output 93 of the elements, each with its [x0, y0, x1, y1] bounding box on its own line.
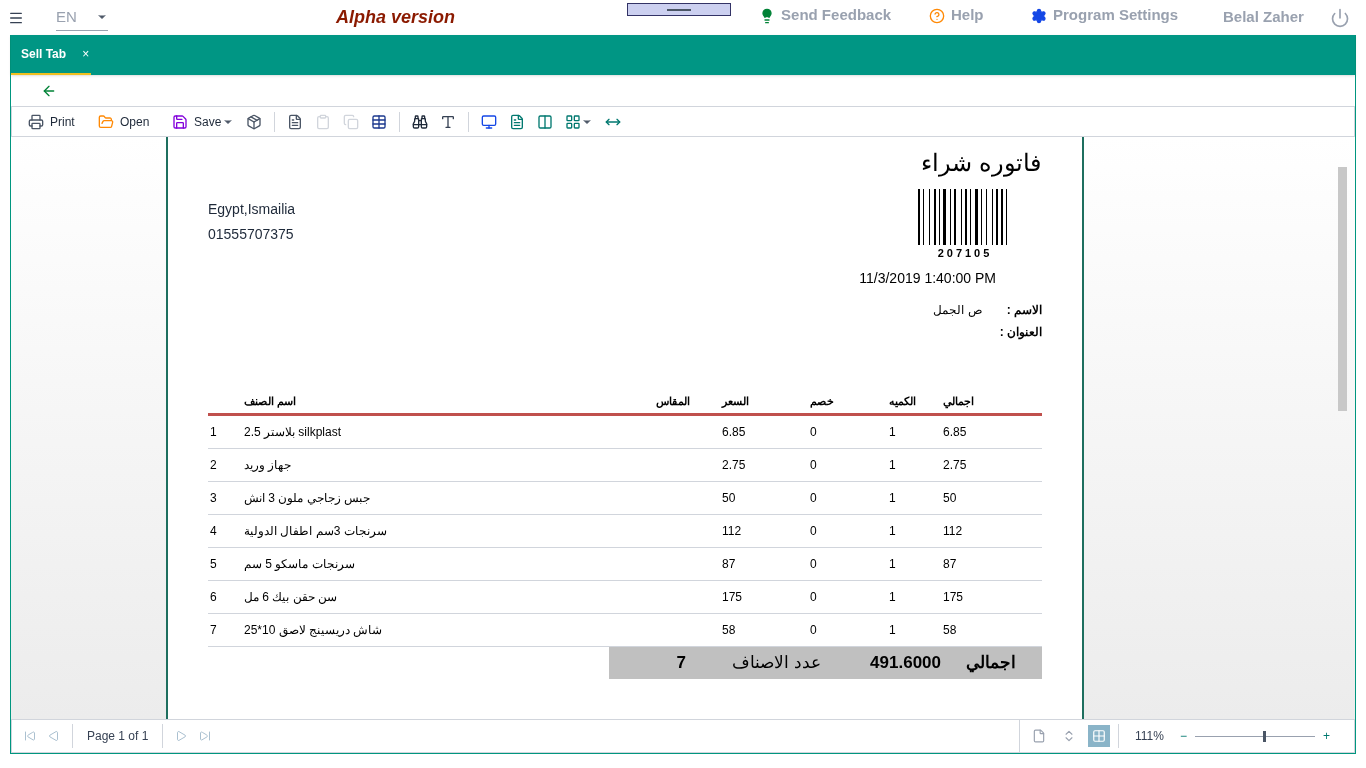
table-cell-text: 87 [722, 556, 736, 573]
table-cell-text: 50 [943, 490, 957, 507]
tab[interactable]: Sell Tab × [11, 35, 91, 75]
table-cell-text: 6.85 [722, 424, 746, 441]
total-value: 491.6000 [869, 652, 941, 675]
printer-icon [28, 113, 44, 130]
barcode-number: 207105 [937, 246, 993, 261]
page-indicator: Page 1 of 1 [86, 728, 150, 745]
table-cell-text: 175 [943, 589, 964, 606]
table-cell-text: 1 [889, 589, 896, 606]
row-number: 2 [210, 457, 217, 474]
table-cell-text: 112 [943, 523, 963, 540]
date-text: 11/3/2019 1:40:00 PM [859, 268, 996, 288]
column-header: خصم [810, 393, 834, 409]
scrollbar[interactable] [1338, 167, 1347, 411]
table-cell-text: 87 [943, 556, 957, 573]
table-cell-text: 175 [722, 589, 743, 606]
toolbar-button[interactable]: Save [168, 112, 226, 131]
row-number: 7 [210, 622, 217, 639]
grid-icon [1092, 729, 1107, 743]
report-title: فاتوره شراء [921, 148, 1041, 179]
table-cell-text: شاش دريسينج لاصق 10*25 [244, 622, 383, 639]
two-pages-icon[interactable] [537, 113, 553, 130]
row-number: 4 [210, 523, 217, 540]
top-link[interactable]: Send Feedback [759, 4, 892, 27]
text-icon[interactable] [440, 113, 456, 130]
count-label: عدد الاصناف [731, 652, 821, 675]
zoom-slider[interactable] [1195, 730, 1315, 742]
top-link[interactable]: Help [929, 4, 984, 27]
version-label: Alpha version [336, 6, 456, 29]
table-cell-text: 0 [810, 523, 817, 540]
close-tab-button[interactable]: × [82, 45, 90, 63]
column-header: المقاس [656, 393, 690, 409]
row-number: 5 [210, 556, 217, 573]
table-cell-text: 1 [889, 622, 896, 639]
phone-text: 01555707375 [208, 225, 295, 244]
address-text: Egypt,Ismailia [208, 200, 296, 219]
total-label: اجمالي [965, 652, 1016, 675]
settings-icon [1031, 7, 1048, 24]
window-handle[interactable] [627, 3, 732, 16]
toolbar-button[interactable]: Print [24, 112, 79, 131]
table-cell-text: سرنجات 3سم اطفال الدولية [244, 523, 387, 540]
table-cell-text: 2.75 [722, 457, 746, 474]
table-cell-text: سن حقن بيك 6 مل [244, 589, 338, 606]
zoom-in-button[interactable]: + [1323, 727, 1330, 745]
clipboard-icon[interactable] [315, 113, 331, 130]
table-cell-text: 0 [810, 622, 817, 639]
folder-icon [98, 113, 114, 130]
package-icon[interactable] [246, 113, 262, 130]
table-cell-text: 1 [889, 556, 896, 573]
document-icon[interactable] [287, 113, 303, 130]
table-icon[interactable] [371, 113, 387, 130]
zoom-out-button[interactable]: − [1179, 727, 1187, 745]
table-cell-text: 0 [810, 457, 817, 474]
field-label: الاسم : [1006, 301, 1042, 319]
top-link[interactable]: Program Settings [1031, 4, 1179, 27]
table-cell-text: 50 [722, 490, 736, 507]
binoculars-icon[interactable] [412, 113, 428, 130]
slider-thumb[interactable] [1263, 730, 1267, 742]
table-cell-text: 2.75 [943, 457, 967, 474]
column-header: اجمالي [943, 393, 974, 409]
table-cell-text: 58 [943, 622, 957, 639]
language-dropdown[interactable]: EN [56, 4, 108, 31]
row-number: 1 [210, 424, 217, 441]
table-cell-text: 0 [810, 490, 817, 507]
row-number: 6 [210, 589, 217, 606]
table-cell-text: سرنجات ماسكو 5 سم [244, 556, 355, 573]
row-number: 3 [210, 490, 217, 507]
table-cell-text: 1 [889, 523, 896, 540]
table-cell-text: 0 [810, 589, 817, 606]
table-cell-text: جهاز وريد [244, 457, 292, 474]
table-cell-text: 0 [810, 556, 817, 573]
table-cell-text: 6.85 [943, 424, 967, 441]
table-cell-text: 0 [810, 424, 817, 441]
column-header: السعر [722, 393, 749, 409]
table-cell-text: 112 [722, 523, 742, 540]
help-icon [929, 7, 946, 24]
table-cell-text: 1 [889, 424, 896, 441]
power-icon[interactable] [1330, 7, 1350, 28]
table-cell-text: 58 [722, 622, 736, 639]
field-value: ص الجمل [933, 301, 983, 319]
count-value: 7 [676, 652, 686, 675]
zoom-value: 111% [1134, 728, 1165, 745]
grid-icon[interactable] [565, 113, 581, 130]
column-header: الكميه [889, 393, 916, 409]
field-label: العنوان : [999, 323, 1042, 341]
table-cell-text: silkplast بلاستر 2.5 [244, 424, 342, 441]
table-cell-text: 1 [889, 490, 896, 507]
column-header: اسم الصنف [244, 393, 297, 409]
toolbar-button[interactable]: Open [94, 112, 154, 131]
table-cell-text: 1 [889, 457, 896, 474]
user-name: Belal Zaher [1223, 7, 1304, 28]
table-cell-text: جبس زجاجي ملون 3 انش [244, 490, 371, 507]
